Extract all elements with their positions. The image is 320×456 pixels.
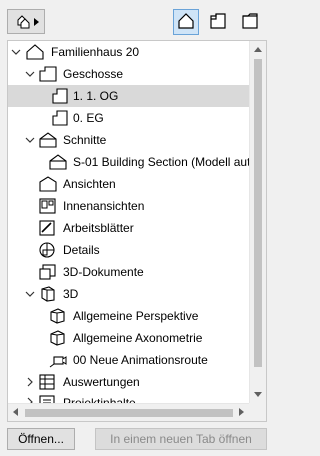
interior-elevation-icon [39, 197, 57, 215]
chevron-down-icon[interactable] [11, 47, 21, 57]
section-icon [49, 153, 67, 171]
tree-item-label: Innenansichten [63, 199, 145, 213]
tree-item-label: S-01 Building Section (Modell auto [73, 155, 249, 169]
tree-item-label: 3D-Dokumente [63, 265, 144, 279]
tree-item-ansichten[interactable]: Ansichten [8, 173, 249, 195]
schedule-icon [39, 373, 57, 391]
tree-item-axonometrie[interactable]: Allgemeine Axonometrie [8, 327, 249, 349]
horizontal-scrollbar[interactable] [8, 403, 249, 421]
project-map-menu-button[interactable] [7, 9, 45, 34]
tree-item-1-og[interactable]: 1. 1. OG [8, 85, 249, 107]
open-button[interactable]: Öffnen... [7, 428, 75, 450]
tree-item-section-s01[interactable]: S-01 Building Section (Modell auto [8, 151, 249, 173]
chevron-right-icon[interactable] [25, 377, 35, 387]
vertical-scroll-thumb[interactable] [254, 59, 262, 367]
tree-item-label: Allgemeine Perspektive [73, 309, 199, 323]
tree-item-0-eg[interactable]: 0. EG [8, 107, 249, 129]
tree-item-label: Geschosse [63, 67, 124, 81]
detail-icon [39, 241, 57, 259]
tree-item-3d-dokumente[interactable]: 3D-Dokumente [8, 261, 249, 283]
toolbar [0, 0, 274, 40]
tree-item-schnitte[interactable]: Schnitte [8, 129, 249, 151]
view-map-tab-icon [209, 12, 227, 33]
tree-item-label: Familienhaus 20 [51, 45, 140, 59]
open-in-new-tab-button[interactable]: In einem neuen Tab öffnen [95, 428, 267, 450]
tree-item-arbeitsblaetter[interactable]: Arbeitsblätter [8, 217, 249, 239]
scroll-left-icon[interactable] [13, 408, 18, 416]
3d-icon [39, 285, 57, 303]
scroll-right-icon[interactable] [239, 408, 244, 416]
tree-item-auswertungen[interactable]: Auswertungen [8, 371, 249, 393]
tree-item-label: Schnitte [63, 133, 107, 147]
tree-item-details[interactable]: Details [8, 239, 249, 261]
chevron-down-icon[interactable] [25, 135, 35, 145]
stories-icon [39, 65, 57, 83]
dropdown-arrow-icon [34, 18, 39, 26]
tree-item-innenansichten[interactable]: Innenansichten [8, 195, 249, 217]
tree-item-label: 0. EG [73, 111, 104, 125]
camera-path-icon [49, 351, 67, 369]
vertical-scrollbar[interactable] [249, 41, 266, 403]
scroll-down-icon[interactable] [254, 392, 262, 397]
scrollbar-corner [249, 403, 266, 421]
scroll-up-icon[interactable] [254, 47, 262, 52]
tree-item-label: 00 Neue Animationsroute [73, 353, 208, 367]
tree-item-label: Ansichten [63, 177, 116, 191]
perspective-icon [49, 307, 67, 325]
elevation-icon [39, 175, 57, 193]
project-map-tab-icon [177, 12, 195, 33]
chevron-down-icon[interactable] [25, 69, 35, 79]
tree-item-label: Auswertungen [63, 375, 140, 389]
story-icon [51, 87, 69, 105]
layout-book-tab-icon [241, 12, 259, 33]
axonometry-icon [49, 329, 67, 347]
tree-item-label: 3D [63, 287, 79, 301]
story-icon [51, 109, 69, 127]
tree-item-label: Details [63, 243, 100, 257]
horizontal-scroll-thumb[interactable] [25, 409, 233, 417]
tree-item-familienhaus[interactable]: Familienhaus 20 [8, 41, 249, 63]
3d-document-icon [39, 263, 57, 281]
tab-view-map[interactable] [205, 9, 231, 35]
section-icon [39, 131, 57, 149]
tree-item-label: 1. 1. OG [73, 89, 119, 103]
worksheet-icon [39, 219, 57, 237]
house-icon [26, 43, 44, 61]
chevron-down-icon[interactable] [25, 289, 35, 299]
tree-item-3d[interactable]: 3D [8, 283, 249, 305]
tree-item-geschosse[interactable]: Geschosse [8, 63, 249, 85]
project-map-menu-icon [16, 14, 32, 33]
tab-project-map[interactable] [173, 9, 199, 35]
tree-item-label: Allgemeine Axonometrie [73, 331, 203, 345]
tree-item-animationsroute[interactable]: 00 Neue Animationsroute [8, 349, 249, 371]
project-tree[interactable]: Familienhaus 20 Geschosse 1. 1. OG 0. EG… [7, 40, 267, 422]
tab-layout-book[interactable] [237, 9, 263, 35]
tree-item-label: Arbeitsblätter [63, 221, 134, 235]
tree-item-perspektive[interactable]: Allgemeine Perspektive [8, 305, 249, 327]
